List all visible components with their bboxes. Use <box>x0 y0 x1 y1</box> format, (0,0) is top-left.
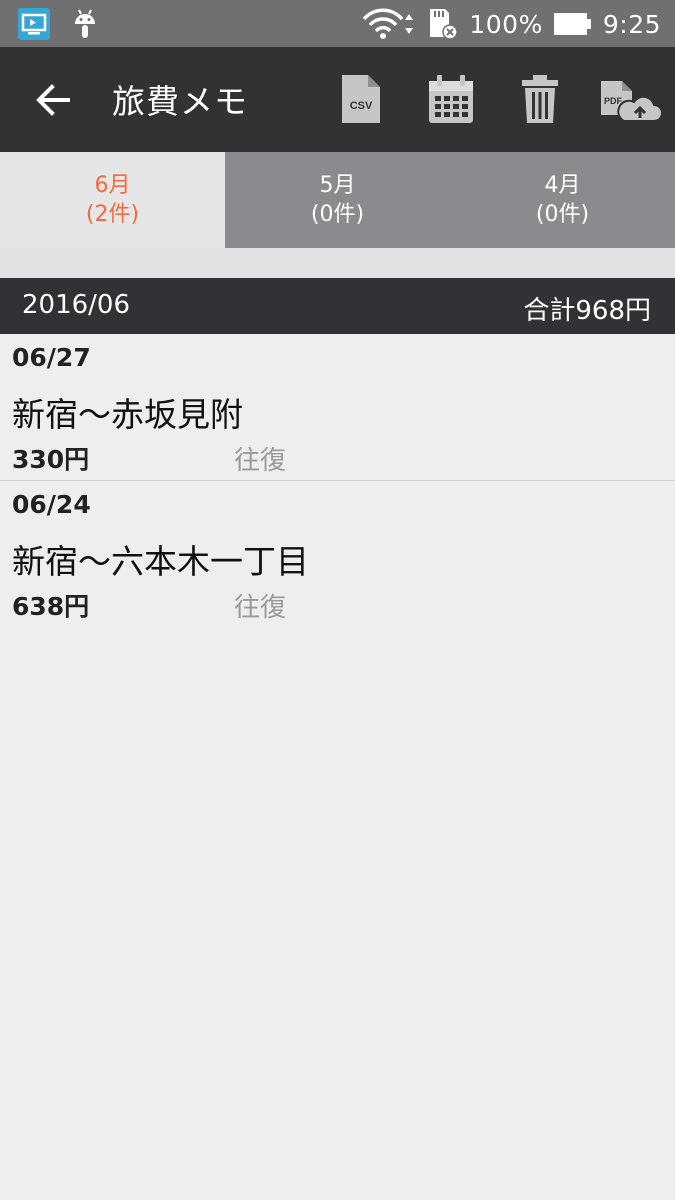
tab-count-label: (0件) <box>535 202 590 227</box>
list-item[interactable]: 06/27 新宿〜赤坂見附 330円 往復 <box>0 334 675 481</box>
sd-card-error-icon <box>430 9 459 40</box>
status-right-icons: 100% 9:25 <box>363 6 661 42</box>
trash-icon <box>522 75 558 123</box>
entry-amount: 330円 <box>12 445 90 474</box>
arrow-back-icon <box>36 84 70 116</box>
tab-month-label: 4月 <box>544 173 581 198</box>
entry-trip-type: 往復 <box>234 593 287 623</box>
battery-icon <box>553 13 591 35</box>
tab-count-label: (2件) <box>85 202 140 227</box>
tab-count-label: (0件) <box>310 202 365 227</box>
tab-spacer <box>0 248 675 278</box>
screen-cast-icon <box>18 8 50 40</box>
month-label: 2016/06 <box>22 290 131 320</box>
status-bar: 100% 9:25 <box>0 0 675 47</box>
tab-month-label: 5月 <box>319 173 356 198</box>
entry-amount: 638円 <box>12 592 90 621</box>
tab-month-label: 6月 <box>94 173 131 198</box>
battery-percent: 100% <box>469 9 543 39</box>
month-total: 合計968円 <box>523 296 651 326</box>
calendar-button[interactable] <box>426 71 476 127</box>
back-button[interactable] <box>30 77 76 123</box>
entry-date: 06/24 <box>12 490 91 519</box>
tab-april[interactable]: 4月 (0件) <box>450 152 675 248</box>
csv-label: CSV <box>350 100 373 112</box>
pdf-cloud-upload-icon: PDF <box>601 81 663 122</box>
entry-route: 新宿〜赤坂見附 <box>12 395 243 434</box>
tab-may[interactable]: 5月 (0件) <box>225 152 450 248</box>
list-item[interactable]: 06/24 新宿〜六本木一丁目 638円 往復 <box>0 481 675 628</box>
expense-list: 06/27 新宿〜赤坂見附 330円 往復 06/24 新宿〜六本木一丁目 63… <box>0 334 675 628</box>
android-icon <box>75 9 95 38</box>
month-header: 2016/06 合計968円 <box>0 278 675 334</box>
wifi-icon <box>363 8 414 39</box>
clock: 9:25 <box>602 9 661 39</box>
delete-button[interactable] <box>520 71 560 127</box>
app-title: 旅費メモ <box>112 82 248 121</box>
calendar-icon <box>429 75 473 123</box>
entry-route: 新宿〜六本木一丁目 <box>12 542 309 581</box>
entry-date: 06/27 <box>12 343 91 372</box>
tab-june[interactable]: 6月 (2件) <box>0 152 225 248</box>
status-left-icons <box>18 8 98 40</box>
month-tabs: 6月 (2件) 5月 (0件) 4月 (0件) <box>0 152 675 248</box>
app-bar: 旅費メモ CSV PDF <box>0 47 675 152</box>
entry-trip-type: 往復 <box>234 446 287 476</box>
csv-file-icon: CSV <box>342 75 380 123</box>
csv-export-button[interactable]: CSV <box>340 71 382 127</box>
pdf-upload-button[interactable]: PDF <box>598 71 663 127</box>
